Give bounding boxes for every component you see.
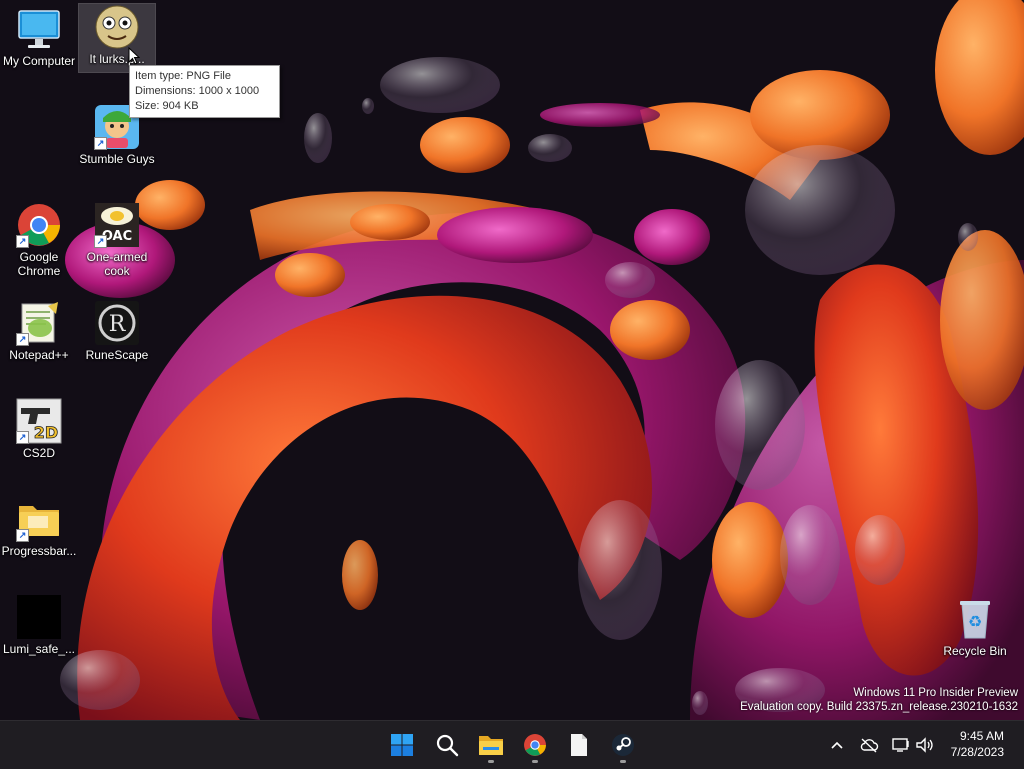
speaker-icon bbox=[916, 737, 933, 753]
volume-button[interactable] bbox=[914, 735, 936, 755]
watermark-build: Evaluation copy. Build 23375.zn_release.… bbox=[740, 701, 1018, 713]
tooltip-item-type: Item type: PNG File bbox=[135, 70, 231, 82]
svg-text:♻: ♻ bbox=[968, 612, 982, 631]
running-indicator bbox=[620, 760, 626, 763]
svg-text:2D: 2D bbox=[34, 423, 58, 442]
shortcut-arrow-icon: ↗ bbox=[94, 137, 107, 150]
shortcut-arrow-icon: ↗ bbox=[94, 235, 107, 248]
desktop-icon-label: Stumble Guys bbox=[79, 152, 155, 166]
svg-text:R: R bbox=[109, 312, 127, 337]
desktop-icon-lumi-safe[interactable]: Lumi_safe_... bbox=[1, 594, 77, 656]
desktop-icon-label: It lurks.p... bbox=[89, 52, 145, 66]
clock-time: 9:45 AM bbox=[959, 729, 1004, 743]
black-image-icon bbox=[16, 594, 62, 640]
desktop-icon-label: Lumi_safe_... bbox=[2, 642, 76, 656]
search-icon bbox=[436, 734, 459, 757]
desktop-icon-label: RuneScape bbox=[85, 348, 149, 362]
desktop-icon-progressbar[interactable]: ↗ Progressbar... bbox=[1, 496, 77, 558]
chrome-icon bbox=[524, 734, 546, 756]
mouse-cursor-icon bbox=[128, 47, 140, 65]
recycle-bin-icon: ♻ bbox=[952, 596, 998, 642]
tooltip-size: Size: 904 KB bbox=[135, 100, 199, 112]
start-button[interactable] bbox=[382, 725, 422, 765]
desktop-icon-label: My Computer bbox=[2, 54, 76, 68]
desktop-icon-notepad-plus-plus[interactable]: ↗ Notepad++ bbox=[1, 300, 77, 362]
desktop-icon-cs2d[interactable]: 2D ↗ CS2D bbox=[1, 398, 77, 460]
notepad-icon bbox=[571, 734, 587, 756]
start-icon bbox=[391, 734, 413, 756]
one-armed-cook-icon: OAC ↗ bbox=[94, 202, 140, 248]
monitor-icon bbox=[16, 6, 62, 52]
shortcut-arrow-icon: ↗ bbox=[16, 333, 29, 346]
show-hidden-icons-button[interactable] bbox=[828, 735, 846, 755]
taskbar-steam[interactable] bbox=[603, 725, 643, 765]
creepy-face-icon bbox=[94, 4, 140, 50]
taskbar-clock[interactable]: 9:45 AM 7/28/2023 bbox=[951, 728, 1004, 760]
shortcut-arrow-icon: ↗ bbox=[16, 235, 29, 248]
folder-icon: ↗ bbox=[16, 496, 62, 542]
desktop-icon-runescape[interactable]: R RuneScape bbox=[79, 300, 155, 362]
notepad-plus-plus-icon: ↗ bbox=[16, 300, 62, 346]
desktop-icon-label: Progressbar... bbox=[1, 544, 77, 558]
desktop-icon-label: Google Chrome bbox=[17, 250, 61, 278]
runescape-icon: R bbox=[94, 300, 140, 346]
shortcut-arrow-icon: ↗ bbox=[16, 529, 29, 542]
running-indicator bbox=[532, 760, 538, 763]
windows-watermark: Windows 11 Pro Insider Preview Evaluatio… bbox=[740, 686, 1018, 714]
chrome-icon: ↗ bbox=[16, 202, 62, 248]
taskbar-chrome[interactable] bbox=[515, 725, 555, 765]
cs2d-icon: 2D ↗ bbox=[16, 398, 62, 444]
tooltip-dimensions: Dimensions: 1000 x 1000 bbox=[135, 85, 260, 97]
network-icon bbox=[892, 738, 909, 752]
onedrive-status-button[interactable] bbox=[858, 735, 880, 755]
desktop-icon-my-computer[interactable]: My Computer bbox=[1, 6, 77, 68]
file-info-tooltip: Item type: PNG File Dimensions: 1000 x 1… bbox=[129, 65, 280, 118]
desktop-icon-label: One-armed cook bbox=[86, 250, 148, 278]
running-indicator bbox=[488, 760, 494, 763]
network-button[interactable] bbox=[890, 735, 912, 755]
desktop-icon-it-lurks[interactable]: It lurks.p... bbox=[78, 3, 156, 73]
desktop-icon-one-armed-cook[interactable]: OAC ↗ One-armed cook bbox=[79, 202, 155, 278]
desktop-icon-label: Notepad++ bbox=[9, 348, 69, 362]
taskbar: 9:45 AM 7/28/2023 bbox=[0, 720, 1024, 769]
chevron-up-icon bbox=[831, 741, 843, 749]
steam-icon bbox=[612, 734, 634, 756]
desktop-icon-google-chrome[interactable]: ↗ Google Chrome bbox=[1, 202, 77, 278]
taskbar-file-explorer[interactable] bbox=[471, 725, 511, 765]
file-explorer-icon bbox=[479, 736, 503, 755]
shortcut-arrow-icon: ↗ bbox=[16, 431, 29, 444]
desktop-icon-label: CS2D bbox=[22, 446, 55, 460]
taskbar-notepad[interactable] bbox=[559, 725, 599, 765]
clock-date: 7/28/2023 bbox=[950, 745, 1004, 759]
cloud-off-icon bbox=[860, 738, 879, 753]
desktop-icon-label: Recycle Bin bbox=[943, 644, 1007, 658]
watermark-edition: Windows 11 Pro Insider Preview bbox=[853, 687, 1018, 699]
search-button[interactable] bbox=[427, 725, 467, 765]
desktop-icon-recycle-bin[interactable]: ♻ Recycle Bin bbox=[937, 596, 1013, 658]
